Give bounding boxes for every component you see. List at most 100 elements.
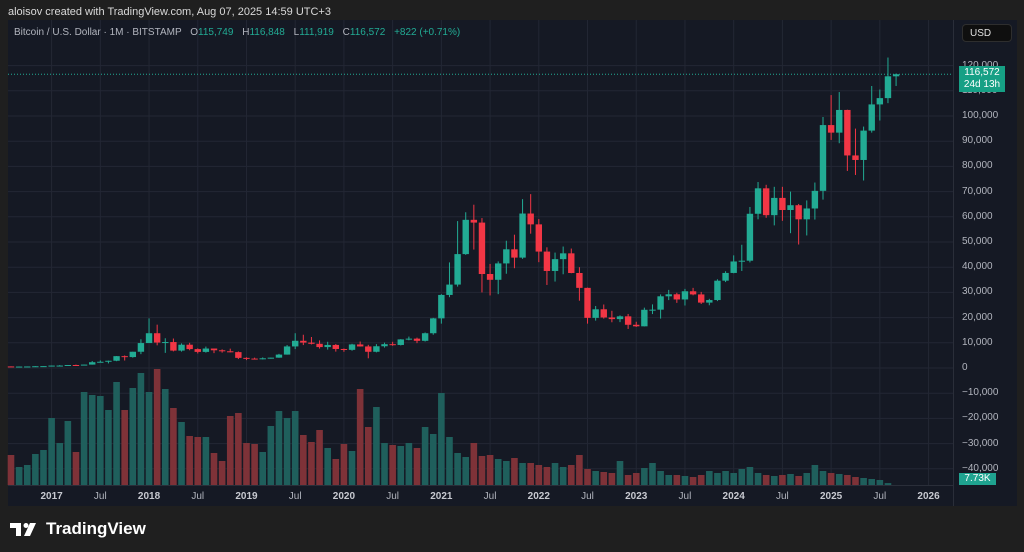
close-value: 116,572: [349, 27, 386, 38]
candle-body: [202, 348, 210, 352]
candle-body: [811, 190, 819, 209]
volume-bar: [137, 373, 145, 485]
volume-bar: [730, 473, 737, 485]
volume-bar: [600, 472, 608, 485]
volume-bar: [413, 448, 421, 485]
candle-body: [64, 365, 72, 367]
volume-bar: [754, 473, 762, 485]
candle-body: [568, 253, 575, 273]
candle-body: [389, 344, 396, 346]
candle-body: [608, 317, 616, 320]
candle-body: [72, 365, 80, 367]
volume-bar: [210, 453, 218, 485]
price-axis-label: −30,000: [962, 437, 999, 449]
volume-bar: [170, 408, 177, 485]
candle-body: [746, 213, 754, 261]
candle-body: [153, 333, 161, 343]
candle-body: [40, 366, 47, 368]
volume-bar: [462, 457, 470, 485]
candlestick-chart[interactable]: [0, 0, 1024, 552]
time-axis-label: 2017: [40, 491, 63, 502]
volume-bar: [746, 467, 754, 485]
last-price: 116,572: [964, 67, 1000, 79]
candle-body: [292, 340, 299, 347]
candle-body: [868, 104, 875, 131]
candle-body: [779, 197, 786, 210]
price-axis-label: 90,000: [962, 135, 993, 147]
volume-bar: [178, 422, 185, 485]
volume-bar: [56, 443, 64, 485]
candle-body: [243, 357, 250, 359]
open-value: 115,749: [198, 27, 234, 38]
time-axis-label: 2018: [137, 491, 161, 502]
change-value: +822 (+0.71%): [394, 27, 461, 38]
volume-bar: [291, 411, 299, 485]
candle-body: [405, 338, 413, 340]
volume-bar: [259, 452, 267, 485]
volume-bar: [576, 455, 583, 485]
volume-bar: [308, 442, 315, 485]
symbol-title[interactable]: Bitcoin / U.S. Dollar · 1M · BITSTAMP: [14, 27, 181, 38]
candle-body: [210, 348, 218, 351]
volume-bar: [15, 467, 23, 485]
candle-body: [860, 130, 867, 160]
volume-bar: [97, 396, 104, 485]
volume-bar: [356, 389, 364, 485]
volume-bar: [641, 468, 648, 485]
candle-body: [551, 259, 559, 271]
price-axis-label: 60,000: [962, 210, 993, 222]
candle-body: [145, 333, 153, 344]
candle-body: [681, 291, 689, 300]
tradingview-logo[interactable]: TradingView: [10, 519, 146, 539]
volume-bar: [486, 455, 494, 485]
volume-bar: [592, 471, 599, 485]
candle-body: [7, 366, 15, 368]
volume-bar: [194, 437, 202, 485]
volume-bar: [129, 388, 137, 485]
candle-body: [592, 309, 599, 318]
volume-bar: [332, 459, 340, 485]
volume-bar: [722, 471, 729, 485]
candle-body: [722, 272, 729, 281]
time-axis-label: 2025: [819, 491, 843, 502]
volume-bar: [275, 411, 283, 485]
candle-body: [48, 365, 55, 367]
price-axis-label: 30,000: [962, 286, 993, 298]
candle-body: [478, 222, 486, 275]
time-axis-label: Jul: [483, 491, 497, 502]
candle-body: [827, 125, 835, 133]
price-axis-label: 80,000: [962, 160, 993, 172]
time-axis-label: Jul: [288, 491, 302, 502]
currency-button[interactable]: USD: [962, 24, 1012, 42]
candle-body: [283, 346, 291, 355]
candle-body: [649, 309, 656, 311]
candle-body: [519, 213, 526, 258]
volume-bar: [23, 465, 31, 485]
candle-body: [137, 343, 145, 352]
volume-bar: [567, 465, 575, 485]
price-axis-label: 10,000: [962, 336, 993, 348]
candle-body: [527, 213, 534, 225]
candle-body: [324, 344, 331, 348]
candle-body: [194, 349, 201, 352]
time-axis-label: 2021: [430, 491, 453, 502]
volume-bar: [121, 410, 128, 485]
candle-body: [356, 344, 364, 347]
volume-bar: [186, 436, 193, 485]
volume-bar: [559, 467, 567, 485]
volume-bar: [7, 455, 15, 485]
price-axis-label: 20,000: [962, 311, 993, 323]
candle-body: [884, 76, 892, 99]
volume-bar: [616, 461, 624, 485]
price-axis-label: −10,000: [962, 387, 999, 399]
volume-bar: [860, 478, 867, 485]
candle-body: [32, 366, 39, 368]
time-axis-label: Jul: [873, 491, 887, 502]
price-axis-label: 0: [962, 362, 968, 373]
candle-body: [738, 260, 745, 262]
time-axis-label: 2019: [235, 491, 258, 502]
candle-body: [771, 197, 778, 216]
last-price-tag: 116,572 24d 13h: [959, 66, 1005, 93]
candle-body: [787, 205, 794, 210]
volume-bar: [787, 474, 794, 485]
